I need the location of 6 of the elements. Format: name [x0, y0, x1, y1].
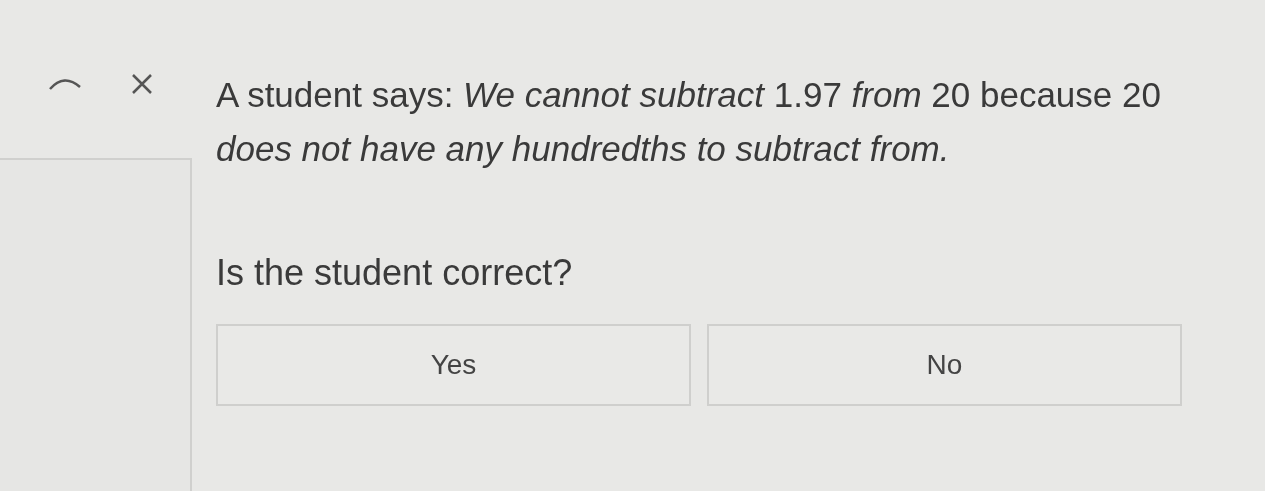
prompt-text: A student says: We cannot subtract 1.97 from 20 because 20 does not have any hundredths to subtract from.: [216, 74, 1162, 170]
answer-button[interactable]: Yes: [216, 324, 691, 406]
answer-button[interactable]: No: [707, 324, 1182, 406]
close-icon[interactable]: [130, 72, 154, 96]
arc-icon[interactable]: [48, 77, 82, 91]
question-text: Is the student correct?: [216, 251, 574, 295]
